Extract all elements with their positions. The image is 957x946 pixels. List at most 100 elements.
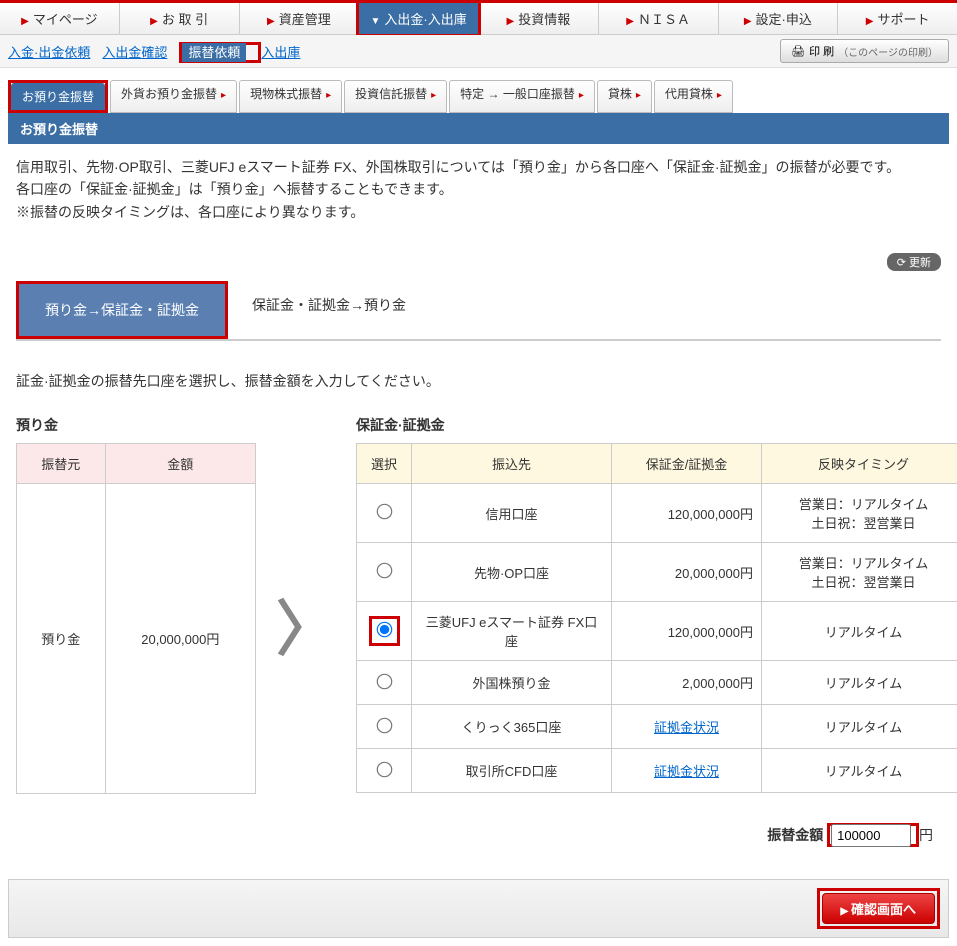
- topnav-item-0[interactable]: ▶マイページ: [0, 3, 120, 34]
- col-dest: 振込先: [412, 444, 612, 484]
- footer-bar: 確認画面へ: [8, 879, 949, 938]
- topnav-label: お 取 引: [162, 12, 208, 27]
- dest-radio-5[interactable]: [376, 761, 392, 777]
- table-row: 信用口座120,000,000円営業日：リアルタイム土日祝：翌営業日: [357, 484, 957, 543]
- tab-3[interactable]: 投資信託振替: [344, 80, 447, 113]
- subnav-link-0[interactable]: 入金·出金依頼: [8, 45, 90, 60]
- arrow-icon: ▶: [744, 16, 752, 27]
- topnav-item-2[interactable]: ▶ 資産管理: [240, 3, 360, 34]
- arrow-right-icon: 〉: [276, 581, 336, 668]
- dest-radio-4[interactable]: [376, 717, 392, 733]
- table-row: 三菱UFJ eスマート証券 FX口座120,000,000円リアルタイム: [357, 602, 957, 661]
- dest-cell: くりっく365口座: [412, 705, 612, 749]
- radio-cell: [357, 661, 412, 705]
- print-hint: （このページの印刷）: [838, 44, 938, 59]
- margin-cell: 証拠金状況: [612, 705, 762, 749]
- source-cell: 預り金: [17, 484, 106, 794]
- tab-5[interactable]: 貸株: [597, 80, 652, 113]
- radio-cell: [357, 484, 412, 543]
- radio-cell: [357, 749, 412, 793]
- section-title: お預り金振替: [8, 113, 949, 144]
- margin-status-link[interactable]: 証拠金状況: [654, 764, 719, 779]
- timing-cell: リアルタイム: [762, 602, 957, 661]
- table-row: くりっく365口座 証拠金状況 リアルタイム: [357, 705, 957, 749]
- col-source: 振替元: [17, 444, 106, 484]
- left-table-title: 預り金: [16, 415, 256, 435]
- topnav-item-7[interactable]: ▶サポート: [838, 3, 957, 34]
- print-button[interactable]: 🖨 印 刷 （このページの印刷）: [780, 39, 949, 63]
- refresh-icon: ⟳: [897, 256, 906, 269]
- margin-cell: 120,000,000円: [612, 602, 762, 661]
- update-label: 更新: [909, 254, 931, 270]
- topnav-item-4[interactable]: ▶投資情報: [479, 3, 599, 34]
- table-row: 先物·OP口座20,000,000円営業日：リアルタイム土日祝：翌営業日: [357, 543, 957, 602]
- right-table-title: 保証金·証拠金: [356, 415, 957, 435]
- dest-cell: 外国株預り金: [412, 661, 612, 705]
- tab-1[interactable]: 外貨お預り金振替: [110, 80, 237, 113]
- tab-6[interactable]: 代用貸株: [654, 80, 733, 113]
- instruction-text: 証金·証拠金の振替先口座を選択し、振替金額を入力してください。: [16, 371, 941, 391]
- timing-cell: リアルタイム: [762, 661, 957, 705]
- direction-tab-0[interactable]: 預り金→保証金・証拠金: [19, 284, 225, 336]
- margin-cell: 20,000,000円: [612, 543, 762, 602]
- dest-cell: 信用口座: [412, 484, 612, 543]
- dest-radio-2[interactable]: [376, 622, 392, 638]
- arrow-icon: ▶: [150, 16, 158, 27]
- timing-cell: リアルタイム: [762, 749, 957, 793]
- dest-cell: 三菱UFJ eスマート証券 FX口座: [412, 602, 612, 661]
- dest-radio-3[interactable]: [376, 673, 392, 689]
- radio-cell: [357, 602, 412, 661]
- topnav-item-3[interactable]: ▼入出金·入出庫: [359, 3, 479, 34]
- direction-tab-1[interactable]: 保証金・証拠金→預り金: [228, 281, 430, 339]
- table-row: 預り金 20,000,000円: [17, 484, 256, 794]
- subnav-link-2[interactable]: 振替依頼: [182, 43, 246, 62]
- margin-cell: 2,000,000円: [612, 661, 762, 705]
- table-row: 取引所CFD口座 証拠金状況 リアルタイム: [357, 749, 957, 793]
- topnav-item-6[interactable]: ▶設定·申込: [719, 3, 839, 34]
- top-navigation: ▶マイページ▶お 取 引▶資産管理▼入出金·入出庫▶投資情報▶ＮＩＳＡ▶設定·申…: [0, 0, 957, 35]
- tab-0[interactable]: お預り金振替: [11, 83, 105, 110]
- arrow-icon: ▶: [507, 16, 515, 27]
- dest-cell: 取引所CFD口座: [412, 749, 612, 793]
- topnav-label: 資産管理: [279, 12, 331, 27]
- topnav-item-5[interactable]: ▶ＮＩＳＡ: [599, 3, 719, 34]
- arrow-icon: ▶: [626, 16, 634, 27]
- timing-cell: 営業日：リアルタイム土日祝：翌営業日: [762, 543, 957, 602]
- timing-cell: 営業日：リアルタイム土日祝：翌営業日: [762, 484, 957, 543]
- transfer-amount-input[interactable]: [831, 824, 911, 847]
- margin-cell: 120,000,000円: [612, 484, 762, 543]
- confirm-button[interactable]: 確認画面へ: [822, 893, 935, 924]
- margin-status-link[interactable]: 証拠金状況: [654, 720, 719, 735]
- dest-radio-0[interactable]: [376, 504, 392, 520]
- subnav-link-1[interactable]: 入出金確認: [102, 45, 167, 60]
- destination-table: 選択 振込先 保証金/証拠金 反映タイミング 信用口座120,000,000円営…: [356, 443, 957, 793]
- printer-icon: 🖨: [791, 45, 805, 58]
- col-timing: 反映タイミング: [762, 444, 957, 484]
- table-row: 外国株預り金2,000,000円リアルタイム: [357, 661, 957, 705]
- description: 信用取引、先物·OP取引、三菱UFJ eスマート証券 FX、外国株取引については…: [16, 156, 941, 223]
- radio-cell: [357, 543, 412, 602]
- transfer-amount-row: 振替金額 円: [16, 824, 933, 847]
- topnav-label: サポート: [877, 12, 929, 27]
- update-button[interactable]: ⟳ 更新: [887, 253, 941, 271]
- sub-navigation: 入金·出金依頼入出金確認振替依頼入出庫 🖨 印 刷 （このページの印刷）: [0, 35, 957, 68]
- arrow-icon: ▼: [371, 16, 381, 27]
- dest-cell: 先物·OP口座: [412, 543, 612, 602]
- arrow-icon: ▶: [866, 16, 874, 27]
- subnav-link-3[interactable]: 入出庫: [261, 45, 300, 60]
- tab-2[interactable]: 現物株式振替: [239, 80, 342, 113]
- topnav-label: 入出金·入出庫: [384, 12, 466, 27]
- dest-radio-1[interactable]: [376, 563, 392, 579]
- arrow-icon: ▶: [267, 16, 275, 27]
- col-amount: 金額: [105, 444, 255, 484]
- amount-cell: 20,000,000円: [105, 484, 255, 794]
- topnav-item-1[interactable]: ▶ お 取 引: [120, 3, 240, 34]
- direction-tabs: 預り金→保証金・証拠金保証金・証拠金→預り金: [16, 281, 941, 341]
- tab-4[interactable]: 特定 → 一般口座振替: [449, 80, 595, 113]
- transfer-amount-label: 振替金額: [767, 827, 823, 843]
- timing-cell: リアルタイム: [762, 705, 957, 749]
- source-table: 振替元 金額 預り金 20,000,000円: [16, 443, 256, 794]
- col-margin: 保証金/証拠金: [612, 444, 762, 484]
- radio-cell: [357, 705, 412, 749]
- arrow-icon: ▶: [21, 16, 29, 27]
